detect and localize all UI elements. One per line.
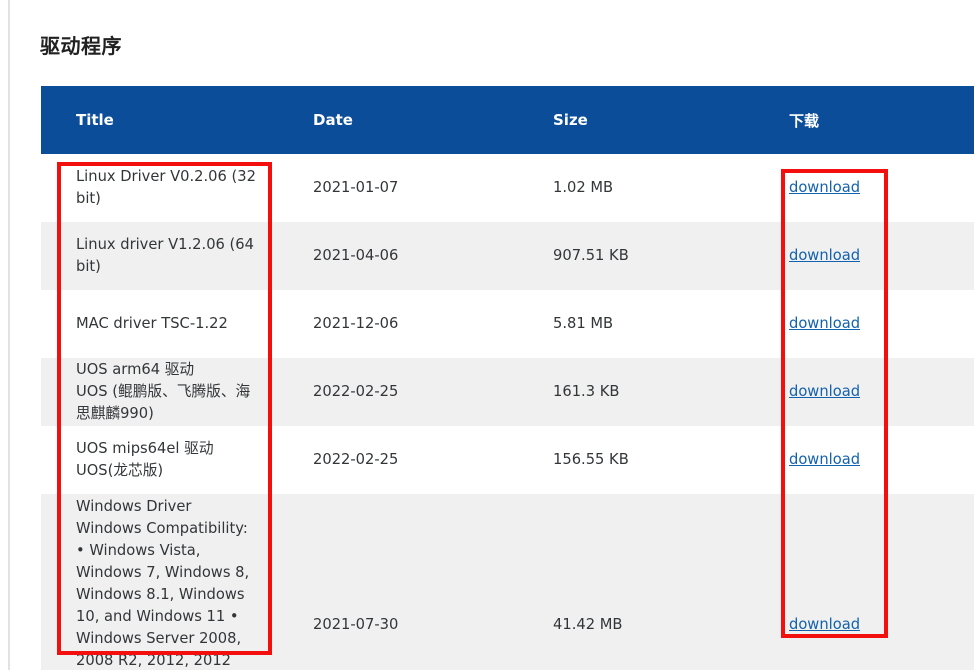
column-header-date: Date — [313, 111, 353, 129]
date-cell: 2021-07-30 — [313, 616, 399, 633]
size-cell: 1.02 MB — [553, 179, 614, 196]
table-row: Linux driver V1.2.06 (64 bit) 2021-04-06… — [41, 222, 974, 290]
title-cell: Windows Driver Windows Compatibility: • … — [76, 498, 250, 669]
title-cell: MAC driver TSC-1.22 — [76, 315, 228, 332]
table-header-row: Title Date Size 下载 — [41, 86, 974, 154]
download-cell: download — [757, 358, 974, 426]
size-cell: 161.3 KB — [553, 383, 620, 400]
column-header-download: 下载 — [789, 111, 820, 130]
date-cell: 2021-12-06 — [313, 315, 399, 332]
section-heading: 驱动程序 — [40, 34, 122, 58]
download-link[interactable]: download — [789, 616, 860, 633]
title-cell: Linux Driver V0.2.06 (32 bit) — [76, 168, 256, 207]
download-link[interactable]: download — [789, 247, 860, 264]
table-row: MAC driver TSC-1.22 2021-12-06 5.81 MB d… — [41, 290, 974, 358]
table-row: Windows Driver Windows Compatibility: • … — [41, 494, 974, 670]
download-link[interactable]: download — [789, 179, 860, 196]
size-cell: 907.51 KB — [553, 247, 629, 264]
download-link[interactable]: download — [789, 383, 860, 400]
title-cell: Linux driver V1.2.06 (64 bit) — [76, 236, 254, 275]
title-cell: UOS arm64 驱动 UOS (鲲鹏版、飞腾版、海 思麒麟990) — [76, 361, 251, 422]
size-cell: 156.55 KB — [553, 451, 629, 468]
date-cell: 2021-01-07 — [313, 179, 399, 196]
table-row: UOS mips64el 驱动 UOS(龙芯版) 2022-02-25 156.… — [41, 426, 974, 494]
title-cell: UOS mips64el 驱动 UOS(龙芯版) — [76, 440, 214, 479]
page: 驱动程序 Title Date Size 下载 Linux Driver V0.… — [0, 0, 974, 670]
table-row: UOS arm64 驱动 UOS (鲲鹏版、飞腾版、海 思麒麟990) 2022… — [41, 358, 974, 426]
size-cell: 5.81 MB — [553, 315, 614, 332]
left-border-rule — [8, 0, 10, 670]
date-cell: 2022-02-25 — [313, 383, 399, 400]
download-link[interactable]: download — [789, 315, 860, 332]
download-link[interactable]: download — [789, 451, 860, 468]
download-cell: download — [757, 222, 974, 290]
download-cell: download — [757, 290, 974, 358]
table-row: Linux Driver V0.2.06 (32 bit) 2021-01-07… — [41, 154, 974, 222]
download-cell: download — [757, 494, 974, 670]
date-cell: 2021-04-06 — [313, 247, 399, 264]
column-header-size: Size — [553, 111, 588, 129]
download-cell: download — [757, 426, 974, 494]
date-cell: 2022-02-25 — [313, 451, 399, 468]
driver-table: Title Date Size 下载 Linux Driver V0.2.06 … — [41, 86, 974, 670]
size-cell: 41.42 MB — [553, 616, 623, 633]
column-header-title: Title — [76, 111, 114, 129]
download-cell: download — [757, 154, 974, 222]
